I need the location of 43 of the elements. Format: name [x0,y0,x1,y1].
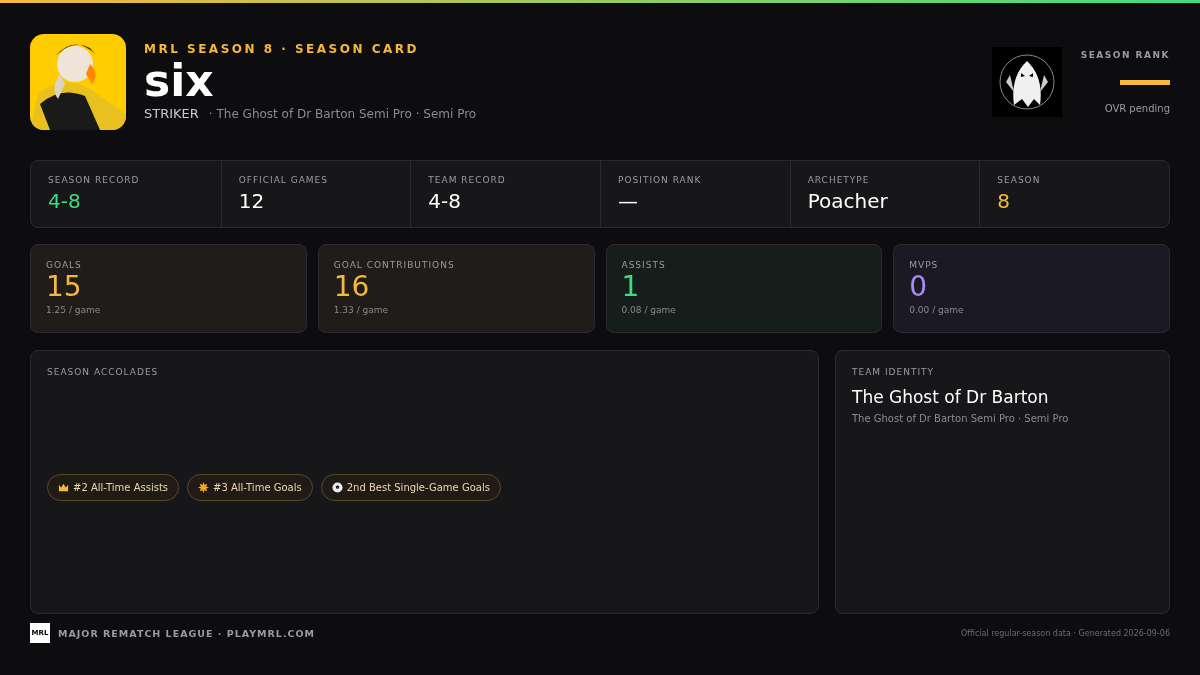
panel-title: TEAM IDENTITY [852,367,936,377]
ovr-status: OVR pending [1104,102,1170,114]
stat-label: ASSISTS [621,260,667,270]
rank-placeholder-bar [1120,79,1170,85]
stat-label: OFFICIAL GAMES [238,175,329,185]
soccer-ball-icon [331,481,343,493]
sun-icon [198,481,210,493]
stat-label: GOALS [46,260,83,270]
card-eyebrow: MRL SEASON 8 · SEASON CARD [144,41,420,56]
per-game-rate: 0.08 / game [621,304,677,315]
team-name: The Ghost of Dr Barton [852,387,1050,407]
per-game-rate: 0.00 / game [909,304,965,315]
stat-value: 12 [238,189,266,213]
stat-value: — [618,189,639,213]
league-name: MAJOR REMATCH LEAGUE · PLAYMRL.COM [58,627,315,639]
stat-value: 1 [621,272,641,303]
stat-label: POSITION RANK [618,175,703,185]
stat-label: ARCHETYPE [807,175,871,185]
stat-value: 4-8 [48,189,82,213]
accolade-label: #2 All-Time Assists [73,481,169,493]
panel-title: SEASON ACCOLADES [47,367,160,377]
stat-label: SEASON [997,175,1042,185]
player-name: six [144,57,215,105]
stat-label: TEAM RECORD [428,175,507,185]
stat-value: Poacher [807,189,889,213]
per-game-rate: 1.25 / game [46,304,102,315]
per-game-rate: 1.33 / game [333,304,390,315]
stat-value: 8 [997,189,1012,213]
stat-label: SEASON RECORD [48,175,141,185]
data-note: Official regular-season data · Generated 2026-09-06 [960,628,1170,638]
team-line: · The Ghost of Dr Barton Semi Pro · Semi Pro [208,106,477,122]
stat-value: 4-8 [428,189,462,213]
stat-label: GOAL CONTRIBUTIONS [333,260,456,270]
crown-icon [58,481,69,493]
player-position: STRIKER [144,106,199,122]
accolade-label: #3 All-Time Goals [213,481,302,493]
team-subtitle: The Ghost of Dr Barton Semi Pro · Semi Pro [852,413,1070,424]
season-rank-label: SEASON RANK [1080,49,1170,60]
stat-value: 16 [333,272,371,303]
accolade-label: 2nd Best Single-Game Goals [346,481,490,493]
stat-value: 0 [909,272,929,303]
stat-label: MVPS [909,260,940,270]
stat-value: 15 [46,272,83,303]
